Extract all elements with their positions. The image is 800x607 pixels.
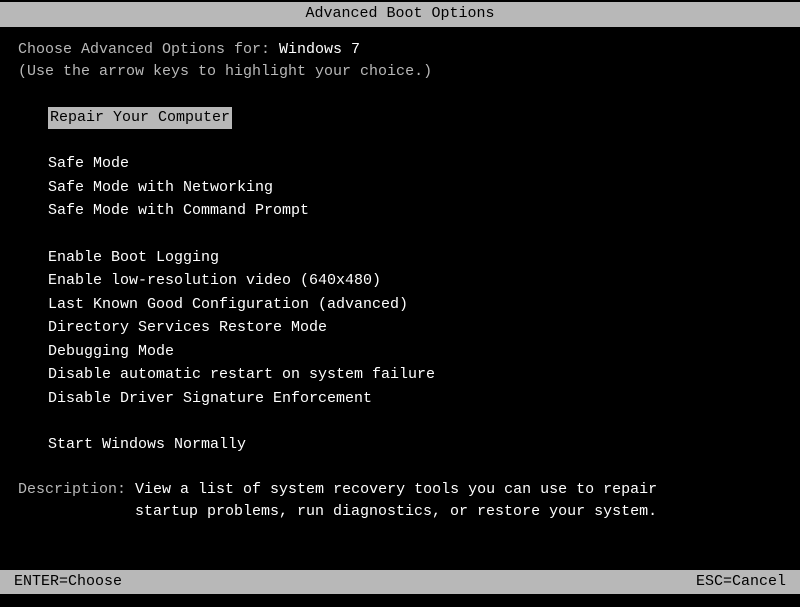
menu-item-disable-driver-signature[interactable]: Disable Driver Signature Enforcement [48,388,782,411]
footer-enter-hint: ENTER=Choose [14,571,122,594]
menu-item-safe-mode[interactable]: Safe Mode [48,153,782,176]
footer-bar: ENTER=Choose ESC=Cancel [0,570,800,595]
intro-line: Choose Advanced Options for: Windows 7 [18,39,782,62]
content-area: Choose Advanced Options for: Windows 7 (… [0,27,800,524]
menu-item-last-known-good-config[interactable]: Last Known Good Configuration (advanced) [48,294,782,317]
menu-item-disable-auto-restart[interactable]: Disable automatic restart on system fail… [48,364,782,387]
menu-item-enable-boot-logging[interactable]: Enable Boot Logging [48,247,782,270]
page-title: Advanced Boot Options [305,5,494,22]
menu-item-safe-mode-networking[interactable]: Safe Mode with Networking [48,177,782,200]
description-line1: Description: View a list of system recov… [18,479,782,502]
menu-item-directory-services-restore[interactable]: Directory Services Restore Mode [48,317,782,340]
menu-item-low-resolution-video[interactable]: Enable low-resolution video (640x480) [48,270,782,293]
menu-item-start-windows-normally[interactable]: Start Windows Normally [48,434,782,457]
description-block: Description: View a list of system recov… [18,479,782,524]
instruction-text: (Use the arrow keys to highlight your ch… [18,61,782,84]
intro-prefix: Choose Advanced Options for: [18,41,279,58]
menu-spacer [48,130,782,152]
menu-spacer [48,411,782,433]
description-text-2: startup problems, run diagnostics, or re… [18,501,782,524]
description-label: Description: [18,481,135,498]
boot-menu: Repair Your Computer Safe Mode Safe Mode… [18,106,782,457]
menu-spacer [48,224,782,246]
description-text-1: View a list of system recovery tools you… [135,481,657,498]
title-bar: Advanced Boot Options [0,2,800,27]
menu-item-debugging-mode[interactable]: Debugging Mode [48,341,782,364]
menu-item-repair-your-computer[interactable]: Repair Your Computer [48,107,232,130]
footer-esc-hint: ESC=Cancel [696,571,786,594]
os-name: Windows 7 [279,41,360,58]
menu-item-safe-mode-command-prompt[interactable]: Safe Mode with Command Prompt [48,200,782,223]
